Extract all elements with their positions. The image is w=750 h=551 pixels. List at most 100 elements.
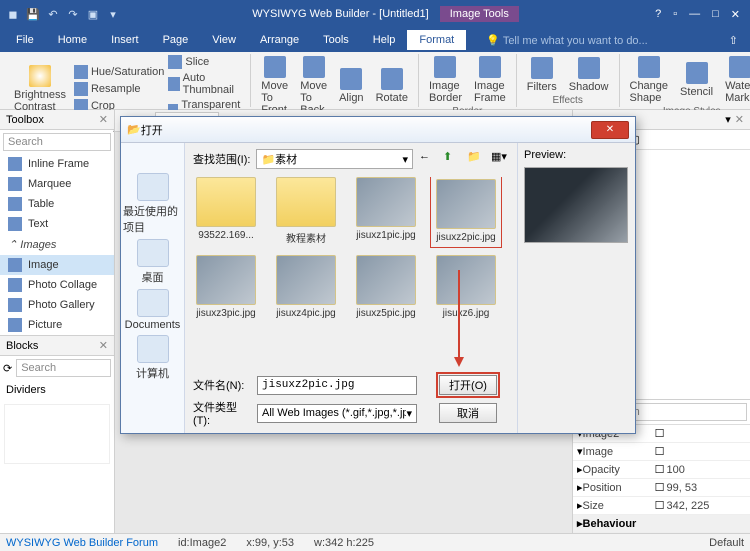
share-icon[interactable]: ⇧ bbox=[721, 34, 746, 47]
filename-input[interactable] bbox=[257, 376, 417, 395]
blocks-close-icon[interactable]: ✕ bbox=[99, 339, 108, 352]
up-icon[interactable]: ⬆ bbox=[443, 150, 461, 168]
move-to-front-button[interactable]: Move To Front bbox=[257, 54, 292, 118]
filetype-label: 文件类型(T): bbox=[193, 399, 249, 427]
redo-icon[interactable]: ↷ bbox=[64, 5, 82, 23]
menu-file[interactable]: File bbox=[4, 30, 46, 50]
context-tab-label: Image Tools bbox=[440, 6, 519, 22]
property-row[interactable]: ▸ Position☐99, 53 bbox=[573, 479, 750, 497]
toolbox-search-input[interactable]: Search bbox=[3, 133, 111, 151]
new-folder-icon[interactable]: 📁 bbox=[467, 150, 485, 168]
menu-tools[interactable]: Tools bbox=[311, 30, 361, 50]
file-item[interactable]: 教程素材 bbox=[273, 177, 339, 245]
places-item[interactable]: 最近使用的项目 bbox=[121, 171, 184, 237]
menu-arrange[interactable]: Arrange bbox=[248, 30, 311, 50]
thumbnail-icon bbox=[168, 77, 179, 91]
toolbox-item[interactable]: Image bbox=[0, 255, 114, 275]
blocks-dividers-label[interactable]: Dividers bbox=[0, 380, 114, 400]
minimize-icon[interactable]: — bbox=[689, 8, 700, 21]
dropdown-icon[interactable]: ▾ bbox=[104, 5, 122, 23]
undo-icon[interactable]: ↶ bbox=[44, 5, 62, 23]
slice-button[interactable]: Slice bbox=[168, 54, 244, 70]
toolbox-item[interactable]: Picture bbox=[0, 315, 114, 335]
item-icon bbox=[8, 278, 22, 292]
property-row[interactable]: ▾ Image☐ bbox=[573, 443, 750, 461]
toolbox-category-images[interactable]: ⌃ Images bbox=[0, 234, 114, 255]
forum-link[interactable]: WYSIWYG Web Builder Forum bbox=[6, 537, 158, 549]
shape-icon bbox=[638, 56, 660, 78]
item-icon bbox=[8, 157, 22, 171]
brightness-contrast-button[interactable]: Brightness Contrast bbox=[10, 63, 70, 115]
resample-button[interactable]: Resample bbox=[74, 81, 164, 97]
blocks-refresh-icon[interactable]: ⟳ bbox=[3, 362, 12, 375]
align-icon bbox=[340, 68, 362, 90]
image-border-button[interactable]: Image Border bbox=[425, 54, 466, 106]
tell-me-box[interactable]: 💡 Tell me what you want to do... bbox=[466, 34, 721, 47]
file-item[interactable]: jisuxz3pic.jpg bbox=[193, 255, 259, 319]
menu-help[interactable]: Help bbox=[361, 30, 408, 50]
property-row[interactable]: ▸ Size☐342, 225 bbox=[573, 497, 750, 515]
back-icon[interactable]: ← bbox=[419, 150, 437, 168]
file-item[interactable]: jisuxz6.jpg bbox=[433, 255, 499, 319]
stencil-button[interactable]: Stencil bbox=[676, 60, 717, 100]
blocks-search-input[interactable]: Search bbox=[16, 359, 111, 377]
prop-category-behaviour[interactable]: ▸ Behaviour bbox=[573, 515, 750, 533]
preview-icon[interactable]: ▣ bbox=[84, 5, 102, 23]
filename-label: 文件名(N): bbox=[193, 377, 249, 393]
dialog-close-button[interactable]: ✕ bbox=[591, 121, 629, 139]
rotate-button[interactable]: Rotate bbox=[372, 66, 412, 106]
toolbox-item[interactable]: Table bbox=[0, 194, 114, 214]
rotate-icon bbox=[381, 68, 403, 90]
places-item[interactable]: 计算机 bbox=[121, 333, 184, 383]
places-item[interactable]: 桌面 bbox=[121, 237, 184, 287]
file-item[interactable]: jisuxz2pic.jpg bbox=[433, 177, 499, 245]
file-list[interactable]: 93522.169...教程素材jisuxz1pic.jpgjisuxz2pic… bbox=[193, 177, 509, 369]
toolbox-item[interactable]: Photo Collage bbox=[0, 275, 114, 295]
menu-format[interactable]: Format bbox=[407, 30, 466, 50]
shadow-button[interactable]: Shadow bbox=[565, 55, 613, 95]
maximize-icon[interactable]: □ bbox=[712, 8, 719, 21]
hue-saturation-button[interactable]: Hue/Saturation bbox=[74, 64, 164, 80]
file-item[interactable]: jisuxz1pic.jpg bbox=[353, 177, 419, 245]
filetype-combo[interactable]: All Web Images (*.gif,*.jpg,*.jpeg,*.▾ bbox=[257, 404, 417, 423]
watermark-button[interactable]: Water Mark bbox=[721, 54, 750, 106]
close-icon[interactable]: ✕ bbox=[731, 8, 740, 21]
place-icon bbox=[137, 335, 169, 363]
file-item[interactable]: 93522.169... bbox=[193, 177, 259, 245]
open-button[interactable]: 打开(O) bbox=[439, 375, 497, 395]
view-menu-icon[interactable]: ▦▾ bbox=[491, 150, 509, 168]
property-row[interactable]: ▸ Opacity☐100 bbox=[573, 461, 750, 479]
filters-button[interactable]: Filters bbox=[523, 55, 561, 95]
toolbox-item[interactable]: Marquee bbox=[0, 174, 114, 194]
save-icon[interactable]: 💾 bbox=[24, 5, 42, 23]
item-icon bbox=[8, 197, 22, 211]
menu-view[interactable]: View bbox=[200, 30, 248, 50]
file-item[interactable]: jisuxz5pic.jpg bbox=[353, 255, 419, 319]
auto-thumbnail-button[interactable]: Auto Thumbnail bbox=[168, 71, 244, 97]
app-icon: ◼ bbox=[4, 5, 22, 23]
block-preview[interactable] bbox=[4, 404, 110, 464]
toolbox-item[interactable]: Inline Frame bbox=[0, 154, 114, 174]
slice-icon bbox=[168, 55, 182, 69]
dialog-main: 查找范围(I): 📁 素材▾ ← ⬆ 📁 ▦▾ 93522.169...教程素材… bbox=[185, 143, 517, 433]
toolbox-item[interactable]: Text bbox=[0, 214, 114, 234]
menu-home[interactable]: Home bbox=[46, 30, 99, 50]
open-dialog: 📂 打开 ✕ 最近使用的项目桌面Documents计算机 查找范围(I): 📁 … bbox=[120, 116, 636, 434]
restore-icon[interactable]: ▫ bbox=[673, 8, 677, 21]
places-item[interactable]: Documents bbox=[121, 287, 184, 333]
lookin-combo[interactable]: 📁 素材▾ bbox=[256, 149, 413, 169]
file-item[interactable]: jisuxz4pic.jpg bbox=[273, 255, 339, 319]
menu-page[interactable]: Page bbox=[151, 30, 201, 50]
align-button[interactable]: Align bbox=[335, 66, 367, 106]
help-icon[interactable]: ? bbox=[655, 8, 661, 21]
manager-pin-icon[interactable]: ▾ bbox=[725, 113, 731, 126]
cancel-button[interactable]: 取消 bbox=[439, 403, 497, 423]
toolbox-item[interactable]: Photo Gallery bbox=[0, 295, 114, 315]
move-to-back-button[interactable]: Move To Back bbox=[296, 54, 331, 118]
dialog-title-bar[interactable]: 📂 打开 ✕ bbox=[121, 117, 635, 143]
menu-insert[interactable]: Insert bbox=[99, 30, 151, 50]
manager-close-icon[interactable]: ✕ bbox=[735, 113, 744, 126]
toolbox-close-icon[interactable]: ✕ bbox=[99, 113, 108, 126]
change-shape-button[interactable]: Change Shape bbox=[626, 54, 673, 106]
image-frame-button[interactable]: Image Frame bbox=[470, 54, 510, 106]
